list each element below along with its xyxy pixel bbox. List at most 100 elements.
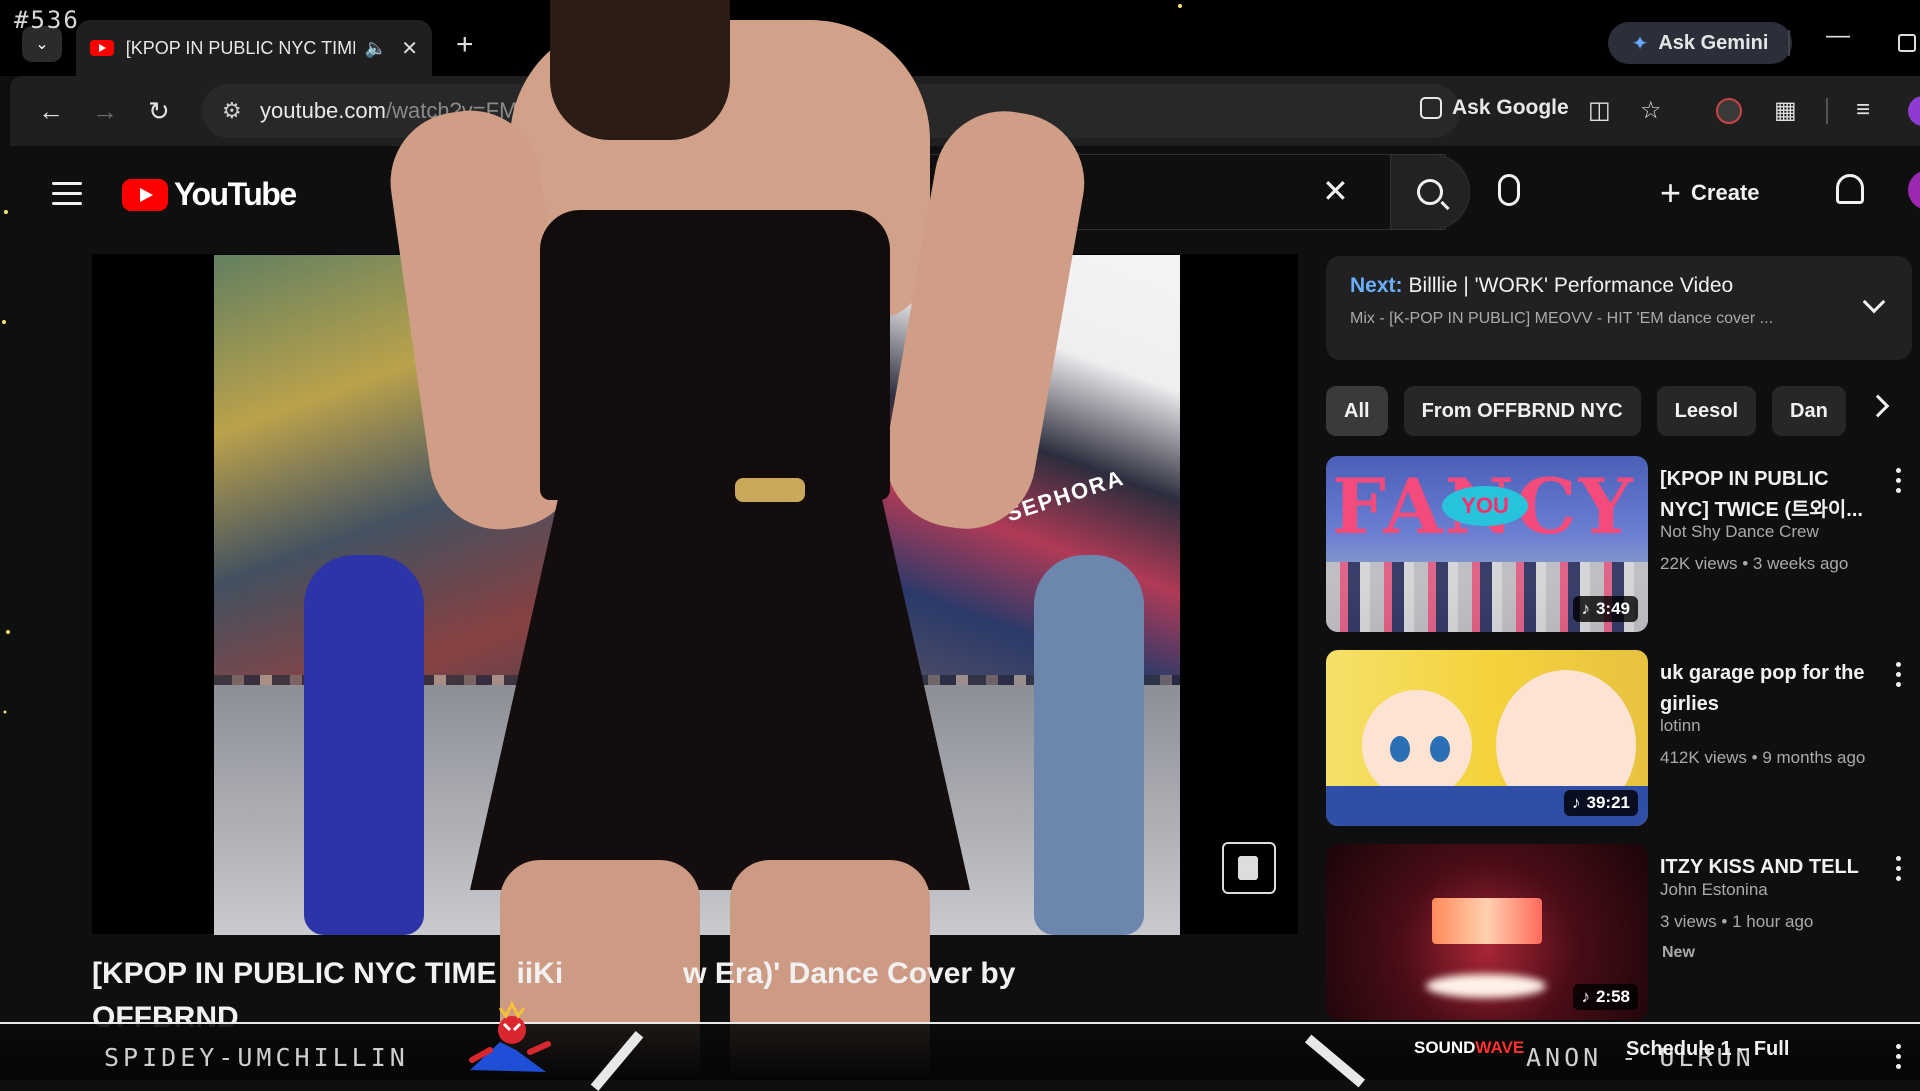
new-tab-icon[interactable]: + bbox=[456, 28, 474, 62]
chip-dance[interactable]: Dan bbox=[1772, 386, 1846, 436]
ask-gemini-button[interactable]: ✦ Ask Gemini bbox=[1608, 22, 1792, 64]
video-title[interactable]: [KPOP IN PUBLIC NYC] TWICE (트와이... bbox=[1660, 464, 1880, 526]
filter-chips: All From OFFBRND NYC Leesol Dan bbox=[1326, 386, 1896, 436]
music-note-icon: ♪ bbox=[1572, 793, 1581, 812]
channel-name[interactable]: lotinn bbox=[1660, 716, 1701, 736]
url-text[interactable]: youtube.com/watch?v=FM bbox=[260, 98, 517, 124]
more-options-icon[interactable] bbox=[1896, 468, 1902, 498]
video-frame[interactable]: SEPHORA bbox=[214, 255, 1180, 935]
url-host: youtube.com bbox=[260, 98, 386, 123]
video-meta: 22K views • 3 weeks ago bbox=[1660, 554, 1849, 573]
reload-icon[interactable]: ↻ bbox=[148, 96, 170, 127]
video-thumbnail[interactable]: FANCY YOU ♪3:49 bbox=[1326, 456, 1648, 632]
thumbnail-eye bbox=[1430, 736, 1450, 762]
title-segment-2: iiKi bbox=[516, 957, 564, 990]
channel-name[interactable]: Not Shy Dance Crew bbox=[1660, 522, 1819, 542]
stream-counter-tag: #536 bbox=[14, 6, 80, 34]
tab-title: [KPOP IN PUBLIC NYC TIMES bbox=[125, 37, 355, 58]
chip-leesol[interactable]: Leesol bbox=[1656, 386, 1757, 436]
list-item[interactable]: FANCY YOU ♪3:49 [KPOP IN PUBLIC NYC] TWI… bbox=[1326, 456, 1912, 636]
next-up-title-row: Next: Billlie | 'WORK' Performance Video bbox=[1350, 274, 1888, 298]
ask-google-label: Ask Google bbox=[1452, 96, 1569, 119]
window-restore-icon[interactable] bbox=[1898, 34, 1916, 52]
next-up-title: Billlie | 'WORK' Performance Video bbox=[1408, 274, 1734, 297]
search-icon bbox=[1417, 179, 1443, 205]
thumbnail-eye bbox=[1390, 736, 1410, 762]
video-meta: 412K views • 9 months ago bbox=[1660, 748, 1866, 767]
more-options-icon[interactable] bbox=[1896, 1044, 1902, 1074]
view-count: 22K views bbox=[1660, 554, 1738, 573]
youtube-logo[interactable]: YouTube bbox=[122, 176, 297, 213]
create-label: Create bbox=[1691, 180, 1760, 205]
video-title[interactable]: Schedule 1 – Full bbox=[1626, 1038, 1789, 1061]
cast-icon[interactable]: ◫ bbox=[1588, 96, 1611, 125]
extensions-puzzle-icon[interactable]: ▦ bbox=[1774, 96, 1797, 125]
thumbnail-character-left bbox=[1362, 690, 1472, 800]
view-count: 412K views bbox=[1660, 748, 1747, 767]
thumbnail-stage bbox=[1432, 898, 1542, 944]
next-up-card[interactable]: Next: Billlie | 'WORK' Performance Video … bbox=[1326, 256, 1912, 360]
thumbnail-glow bbox=[1426, 974, 1546, 998]
video-title[interactable]: uk garage pop for the girlies bbox=[1660, 658, 1880, 720]
next-up-label: Next: bbox=[1350, 274, 1403, 297]
url-path: /watch?v=FM bbox=[385, 98, 518, 123]
search-button[interactable] bbox=[1390, 154, 1470, 230]
youtube-masthead: YouTube ✕ + Create bbox=[10, 146, 1920, 240]
lens-icon bbox=[1420, 97, 1442, 119]
address-bar[interactable]: ⚙ youtube.com/watch?v=FM bbox=[202, 84, 1460, 138]
chip-all[interactable]: All bbox=[1326, 386, 1388, 436]
channel-name[interactable]: John Estonina bbox=[1660, 880, 1768, 900]
site-info-icon[interactable]: ⚙ bbox=[222, 98, 242, 124]
video-title[interactable]: ITZY KISS AND TELL bbox=[1660, 852, 1880, 883]
bookmark-star-icon[interactable]: ☆ bbox=[1640, 96, 1662, 125]
voice-search-mic-icon[interactable] bbox=[1498, 174, 1520, 206]
video-scene-dancer-right bbox=[1034, 555, 1144, 935]
forward-arrow-icon[interactable]: → bbox=[92, 96, 118, 127]
youtube-wordmark: YouTube bbox=[174, 176, 297, 212]
duration-text: 3:49 bbox=[1595, 599, 1630, 618]
duration-badge: ♪ 39:21 bbox=[1564, 790, 1638, 816]
account-avatar[interactable] bbox=[1908, 170, 1920, 210]
duration-badge: ♪ 2:58 bbox=[1573, 984, 1638, 1010]
now-playing-suffix: WAVE bbox=[1475, 1038, 1525, 1057]
next-up-subtitle: Mix - [K-POP IN PUBLIC] MEOVV - HIT 'EM … bbox=[1350, 310, 1774, 327]
more-options-icon[interactable] bbox=[1896, 856, 1902, 886]
window-minimize-icon[interactable]: — bbox=[1826, 22, 1850, 50]
toolbar-divider bbox=[1826, 98, 1828, 124]
menu-hamburger-icon[interactable] bbox=[52, 182, 82, 212]
title-segment-1: [KPOP IN PUBLIC NYC TIME bbox=[92, 957, 497, 990]
notifications-bell-icon[interactable] bbox=[1836, 174, 1864, 204]
extension-icon[interactable] bbox=[1716, 98, 1742, 124]
chip-from-offbrnd[interactable]: From OFFBRND NYC bbox=[1403, 386, 1641, 436]
back-arrow-icon[interactable]: ← bbox=[38, 96, 64, 127]
now-playing-ticker: SOUNDWAVE bbox=[1414, 1038, 1524, 1058]
video-thumbnail[interactable]: ♪ 2:58 bbox=[1326, 844, 1648, 1020]
now-playing-prefix: SOUND bbox=[1414, 1038, 1476, 1057]
thumbnail-badge: YOU bbox=[1442, 486, 1528, 526]
upload-age: 9 months ago bbox=[1762, 748, 1866, 767]
browser-toolbar: ← → ↻ ⚙ youtube.com/watch?v=FM bbox=[10, 76, 1920, 146]
ask-google-button[interactable]: Ask Google bbox=[1420, 96, 1569, 120]
upload-age: 1 hour ago bbox=[1732, 912, 1814, 931]
upload-age: 3 weeks ago bbox=[1752, 554, 1849, 573]
youtube-favicon-icon bbox=[90, 40, 114, 56]
create-button[interactable]: + Create bbox=[1660, 172, 1760, 214]
reading-list-icon[interactable]: ≡ bbox=[1856, 96, 1870, 124]
list-item[interactable]: ♪ 2:58 ITZY KISS AND TELL John Estonina 3… bbox=[1326, 844, 1912, 1024]
video-scene-dancer-left bbox=[304, 555, 424, 935]
search-input[interactable] bbox=[870, 154, 1446, 230]
video-thumbnail[interactable]: ♪ 39:21 bbox=[1326, 650, 1648, 826]
gemini-spark-icon: ✦ bbox=[1631, 32, 1649, 55]
browser-tab-active[interactable]: [KPOP IN PUBLIC NYC TIMES 🔈 ✕ bbox=[76, 20, 432, 76]
spiderman-icon bbox=[469, 1000, 551, 1072]
tab-audio-icon[interactable]: 🔈 bbox=[365, 38, 387, 59]
list-item[interactable]: ♪ 39:21 uk garage pop for the girlies lot… bbox=[1326, 650, 1912, 830]
duration-text: 39:21 bbox=[1586, 793, 1630, 812]
view-count: 3 views bbox=[1660, 912, 1717, 931]
autoplay-toggle[interactable] bbox=[1222, 842, 1276, 894]
browser-tabstrip: ⌄ [KPOP IN PUBLIC NYC TIMES 🔈 ✕ + ✦ Ask … bbox=[0, 0, 1920, 76]
tab-close-icon[interactable]: ✕ bbox=[401, 36, 418, 61]
more-options-icon[interactable] bbox=[1896, 662, 1902, 692]
duration-badge: ♪ 3:49 bbox=[1573, 596, 1638, 622]
search-clear-icon[interactable]: ✕ bbox=[1322, 172, 1349, 210]
